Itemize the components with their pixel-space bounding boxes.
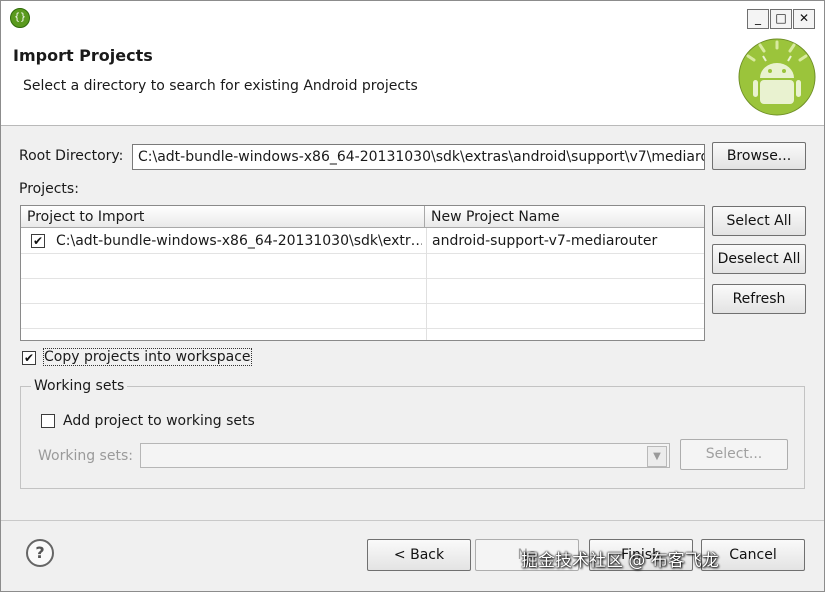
root-directory-input[interactable]: C:\adt-bundle-windows-x86_64-20131030\sd… [132,144,705,170]
column-divider [426,228,427,340]
android-logo-icon [738,38,816,116]
footer-separator [1,520,824,521]
page-title: Import Projects [13,46,153,65]
table-row[interactable]: ✔ C:\adt-bundle-windows-x86_64-20131030\… [21,229,704,254]
eclipse-adt-icon: {} [10,8,30,28]
watermark: 掘金技术社区 @ 布客飞龙 [521,551,719,571]
working-sets-combo: ▼ [140,443,670,468]
import-projects-dialog: {} _ □ ✕ Import Projects Select a direct… [0,0,825,592]
copy-projects-label[interactable]: Copy projects into workspace [43,348,252,366]
title-bar: {} _ □ ✕ [1,1,824,33]
browse-button[interactable]: Browse... [712,142,806,170]
minimize-button[interactable]: _ [747,9,769,29]
projects-label: Projects: [19,181,79,197]
select-all-button[interactable]: Select All [712,206,806,236]
maximize-button[interactable]: □ [770,9,792,29]
add-to-working-sets-label[interactable]: Add project to working sets [63,413,255,429]
deselect-all-button[interactable]: Deselect All [712,244,806,274]
help-icon[interactable]: ? [26,539,54,567]
page-description: Select a directory to search for existin… [23,78,418,94]
column-header-new-project-name[interactable]: New Project Name [425,206,704,228]
copy-projects-checkbox[interactable]: ✔ [22,351,36,365]
table-row [21,279,704,304]
refresh-button[interactable]: Refresh [712,284,806,314]
new-project-name-cell: android-support-v7-mediarouter [432,233,658,249]
root-directory-label: Root Directory: [19,148,124,164]
wizard-header: Import Projects Select a directory to se… [1,33,824,126]
back-button[interactable]: < Back [367,539,471,571]
select-working-sets-button: Select... [680,439,788,470]
table-row [21,254,704,279]
project-checkbox[interactable]: ✔ [31,234,45,248]
add-to-working-sets-checkbox[interactable] [41,414,55,428]
close-button[interactable]: ✕ [793,9,815,29]
column-header-project-to-import[interactable]: Project to Import [21,206,425,228]
projects-table: Project to Import New Project Name ✔ C:\… [20,205,705,341]
working-sets-group-title: Working sets [31,378,128,394]
table-row [21,304,704,329]
working-sets-label: Working sets: [38,448,133,464]
project-path-cell: C:\adt-bundle-windows-x86_64-20131030\sd… [56,233,422,249]
dropdown-arrow-icon: ▼ [647,446,667,467]
working-sets-group [20,386,805,489]
